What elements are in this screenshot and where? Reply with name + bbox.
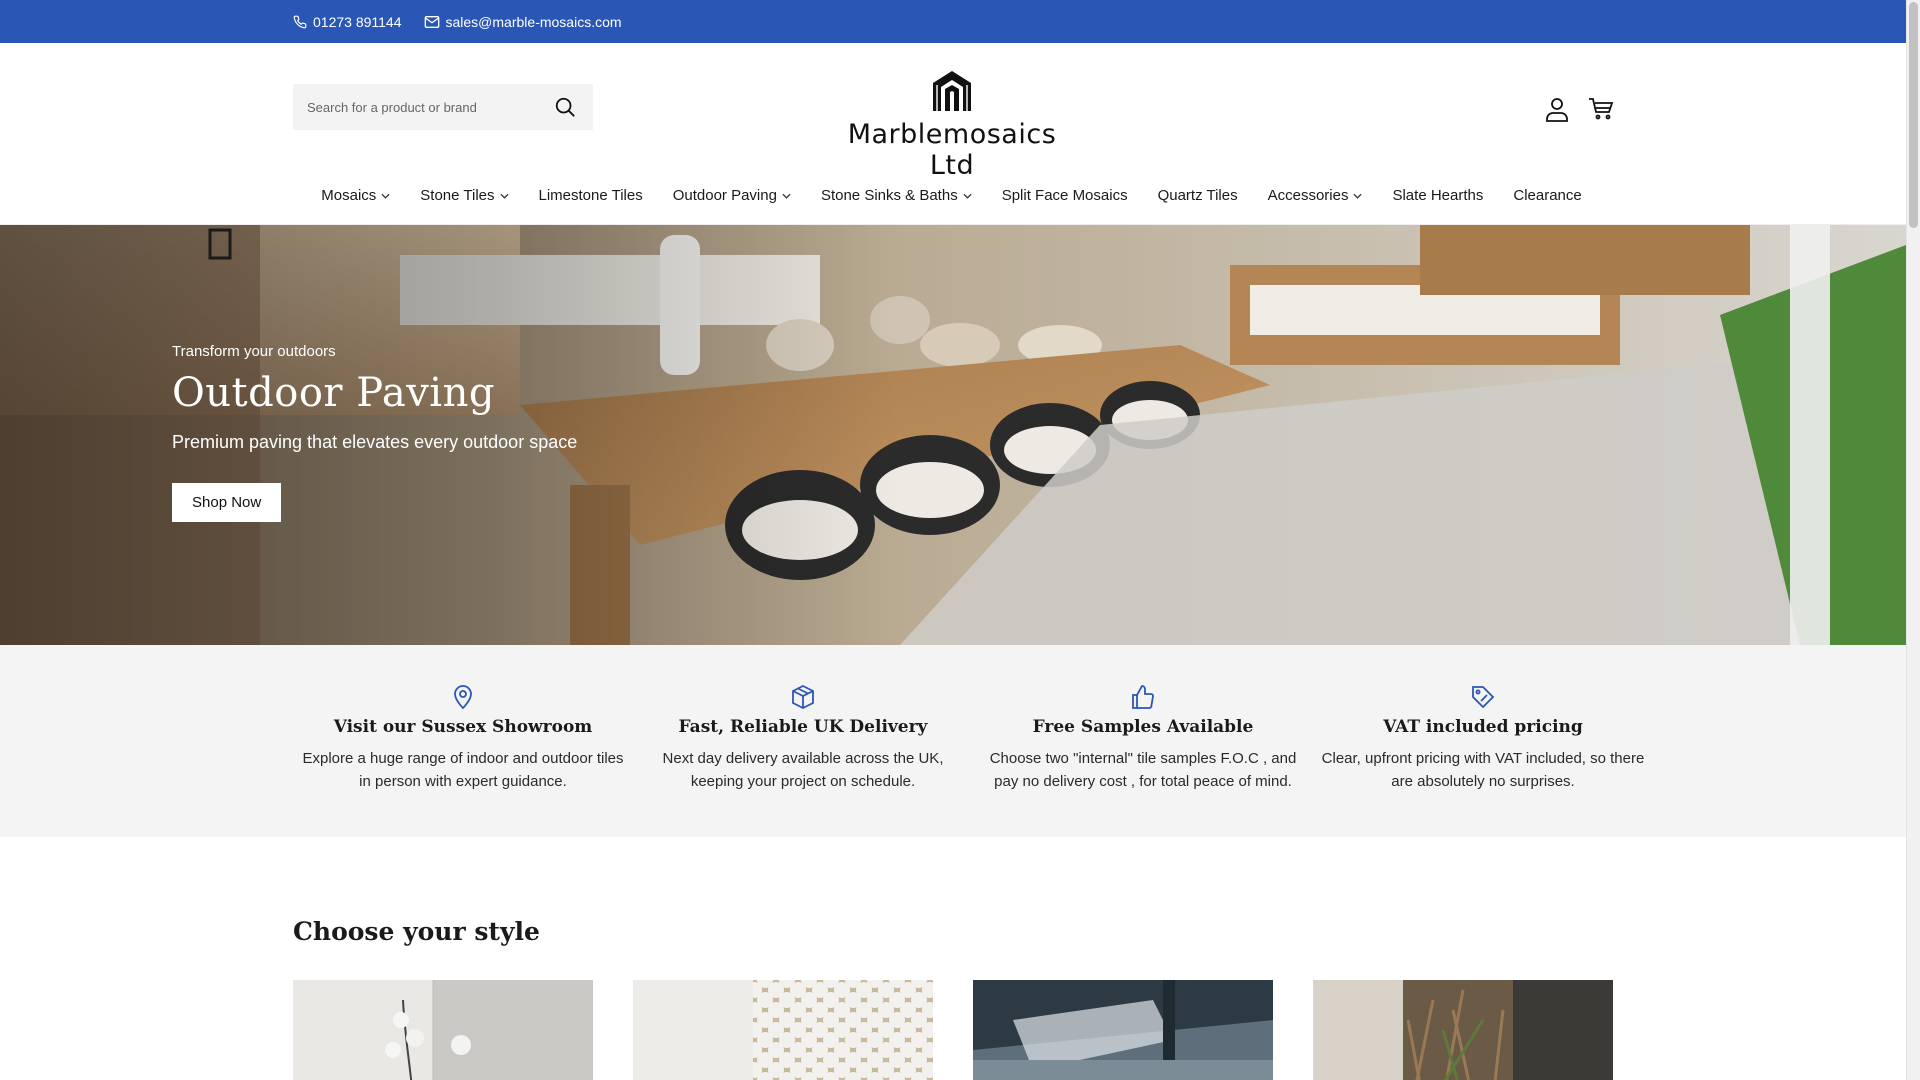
nav-item-clearance[interactable]: Clearance [1498, 187, 1596, 204]
header-actions [1543, 95, 1631, 123]
hero-banner: Transform your outdoors Outdoor Paving P… [0, 225, 1906, 645]
site-logo[interactable]: Marblemosaics Ltd [826, 65, 1078, 181]
feature-showroom: Visit our Sussex Showroom Explore a huge… [293, 645, 633, 837]
hero-content: Transform your outdoors Outdoor Paving P… [172, 343, 577, 522]
style-card-image [293, 980, 593, 1080]
style-cards [293, 980, 1906, 1080]
shop-now-button[interactable]: Shop Now [172, 483, 282, 522]
phone-icon [293, 15, 307, 28]
feature-samples: Free Samples Available Choose two "inter… [973, 645, 1313, 837]
search-button[interactable] [553, 95, 577, 119]
style-card-image [973, 980, 1273, 1080]
nav-item-limestone-tiles[interactable]: Limestone Tiles [524, 187, 658, 204]
feature-vat: VAT included pricing Clear, upfront pric… [1313, 645, 1653, 837]
nav-item-outdoor-paving[interactable]: Outdoor Paving [658, 187, 806, 204]
style-card-image [1313, 980, 1613, 1080]
site-header: Marblemosaics Ltd [0, 43, 1906, 181]
nav-item-stone-tiles[interactable]: Stone Tiles [405, 187, 523, 204]
nav-item-split-face-mosaics[interactable]: Split Face Mosaics [987, 187, 1143, 204]
feature-text: Next day delivery available across the U… [662, 750, 944, 790]
page: 01273 891144 sales@marble-mosaics.com Ma… [0, 0, 1906, 1080]
nav-item-quartz-tiles[interactable]: Quartz Tiles [1143, 187, 1253, 204]
email-address: sales@marble-mosaics.com [445, 13, 622, 30]
logo-mark-icon [933, 71, 971, 111]
style-card[interactable] [1313, 980, 1613, 1080]
box-icon [792, 684, 814, 710]
phone-number: 01273 891144 [313, 13, 402, 30]
scrollbar[interactable] [1906, 0, 1920, 1080]
hero-eyebrow: Transform your outdoors [172, 343, 336, 360]
feature-title: Free Samples Available [1032, 717, 1254, 737]
search-box [293, 84, 593, 130]
nav-label: Split Face Mosaics [1001, 187, 1128, 204]
nav-item-accessories[interactable]: Accessories [1253, 187, 1378, 204]
nav-label: Stone Tiles [420, 187, 495, 204]
nav-label: Mosaics [321, 187, 377, 204]
phone-link[interactable]: 01273 891144 [293, 14, 402, 30]
feature-text: Explore a huge range of indoor and outdo… [302, 750, 624, 790]
feature-text: Clear, upfront pricing with VAT included… [1321, 750, 1645, 790]
chevron-down-icon [1353, 193, 1363, 199]
nav-label: Limestone Tiles [538, 187, 643, 204]
cart-button[interactable] [1587, 95, 1615, 123]
feature-title: Visit our Sussex Showroom [333, 717, 593, 737]
feature-text: Choose two "internal" tile samples F.O.C… [989, 750, 1297, 790]
feature-title: Fast, Reliable UK Delivery [678, 717, 928, 737]
feature-title: VAT included pricing [1383, 717, 1583, 737]
price-tag-icon [1472, 686, 1495, 709]
style-card[interactable] [973, 980, 1273, 1080]
style-card-image [633, 980, 933, 1080]
chevron-down-icon [381, 193, 390, 199]
search-input[interactable] [307, 99, 547, 115]
chevron-down-icon [499, 193, 509, 199]
nav-label: Slate Hearths [1392, 187, 1484, 204]
nav-label: Stone Sinks & Baths [820, 187, 958, 204]
account-icon [1546, 98, 1568, 122]
nav-item-slate-hearths[interactable]: Slate Hearths [1377, 187, 1498, 204]
email-link[interactable]: sales@marble-mosaics.com [424, 14, 622, 30]
mail-icon [424, 15, 439, 28]
nav-label: Outdoor Paving [672, 187, 777, 204]
nav-label: Accessories [1267, 187, 1349, 204]
map-pin-icon [454, 685, 472, 710]
account-button[interactable] [1543, 95, 1571, 123]
chevron-down-icon [963, 193, 972, 199]
nav-label: Quartz Tiles [1157, 187, 1238, 204]
style-card[interactable] [633, 980, 933, 1080]
style-card[interactable] [293, 980, 593, 1080]
top-contact-bar: 01273 891144 sales@marble-mosaics.com [0, 0, 1906, 43]
hero-subtitle: Premium paving that elevates every outdo… [172, 432, 578, 452]
logo-text: Marblemosaics Ltd [847, 119, 1057, 181]
section-title: Choose your style [293, 917, 540, 946]
choose-style-section: Choose your style [0, 837, 1906, 1080]
nav-label: Clearance [1513, 187, 1582, 204]
cart-icon [1589, 98, 1614, 120]
scrollbar-thumb[interactable] [1909, 2, 1918, 228]
search-icon [555, 97, 575, 117]
chevron-down-icon [782, 193, 791, 199]
thumbs-up-icon [1132, 685, 1154, 709]
nav-item-mosaics[interactable]: Mosaics [306, 187, 405, 204]
feature-delivery: Fast, Reliable UK Delivery Next day deli… [633, 645, 973, 837]
hero-title: Outdoor Paving [172, 370, 495, 416]
nav-item-stone-sinks-baths[interactable]: Stone Sinks & Baths [806, 187, 987, 204]
features-strip: Visit our Sussex Showroom Explore a huge… [0, 645, 1906, 837]
